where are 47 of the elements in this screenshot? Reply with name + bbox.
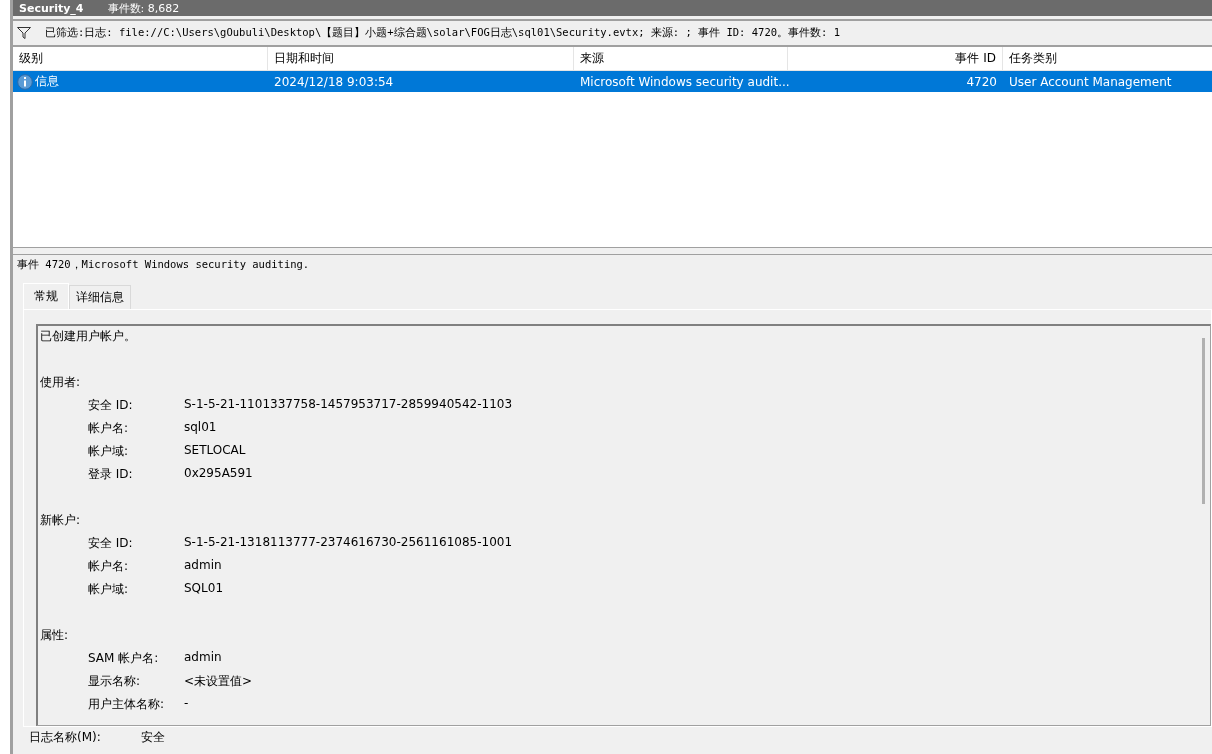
field-value: admin	[184, 650, 222, 666]
scroll-thumb[interactable]	[1202, 338, 1205, 504]
table-cell-text: Microsoft Windows security audit...	[579, 73, 788, 91]
field-label: 帐户名:	[87, 558, 130, 575]
table-cell-text: User Account Management	[1008, 73, 1173, 91]
table-cell-text: 4720	[965, 73, 998, 91]
field-value: SQL01	[184, 581, 224, 597]
field-label: 安全 ID:	[87, 535, 134, 552]
table-cell-text: 2024/12/18 9:03:54	[273, 73, 395, 91]
section-title: 属性:	[40, 627, 70, 644]
event-count: 事件数: 8,682	[107, 0, 180, 16]
column-header[interactable]: 日期和时间	[268, 47, 574, 70]
field-label: 帐户名:	[87, 420, 130, 437]
field-label: 显示名称:	[87, 673, 142, 690]
tab[interactable]: 详细信息	[69, 285, 131, 309]
field-value: 0x295A591	[184, 466, 253, 482]
field-label: 登录 ID:	[87, 466, 134, 483]
field-label: 帐户域:	[87, 581, 130, 598]
table-cell: 信息	[35, 73, 59, 90]
field-value: admin	[184, 558, 222, 574]
filter-icon	[17, 27, 31, 39]
field-value: S-1-5-21-1101337758-1457953717-2859940542-1103	[184, 397, 513, 413]
field-value: sql01	[184, 420, 217, 436]
field-label: 安全 ID:	[87, 397, 134, 414]
column-header[interactable]: 任务类别	[1003, 47, 1212, 70]
filter-text: 已筛选:日志: file://C:\Users\gOubuli\Desktop\【题目】小题+综合题\solar\FOG日志\sql01\Security.evtx; 来源: ; 事件 ID: 4720。事件数: 1	[45, 26, 840, 40]
event-header: 事件 4720，Microsoft Windows security auditing.	[17, 257, 311, 272]
column-header[interactable]: 级别	[13, 47, 268, 70]
info-icon	[17, 73, 33, 90]
field-label: SAM 帐户名:	[87, 650, 160, 667]
tab[interactable]: 常规	[23, 283, 69, 309]
column-header[interactable]: 来源	[574, 47, 788, 70]
field-value: -	[184, 696, 189, 712]
field-value: <未设置值>	[184, 673, 253, 690]
field-value: 安全	[141, 729, 165, 746]
description-text: 已创建用户帐户。	[40, 328, 137, 345]
description-box[interactable]	[36, 324, 1211, 726]
event-row[interactable]: 信息 2024/12/18 9:03:54 Microsoft Windows security audit... 4720 User Account Management	[13, 71, 1212, 92]
field-value: S-1-5-21-1318113777-2374616730-2561161085-1001	[184, 535, 513, 551]
field-label: 帐户域:	[87, 443, 130, 460]
section-title: 新帐户:	[40, 512, 82, 529]
column-header[interactable]: 事件 ID	[788, 47, 1003, 70]
window-title: Security_4	[19, 1, 84, 15]
field-label: 日志名称(M):	[29, 729, 102, 746]
field-label: 用户主体名称:	[87, 696, 166, 713]
section-title: 使用者:	[40, 374, 82, 391]
field-value: SETLOCAL	[184, 443, 246, 459]
